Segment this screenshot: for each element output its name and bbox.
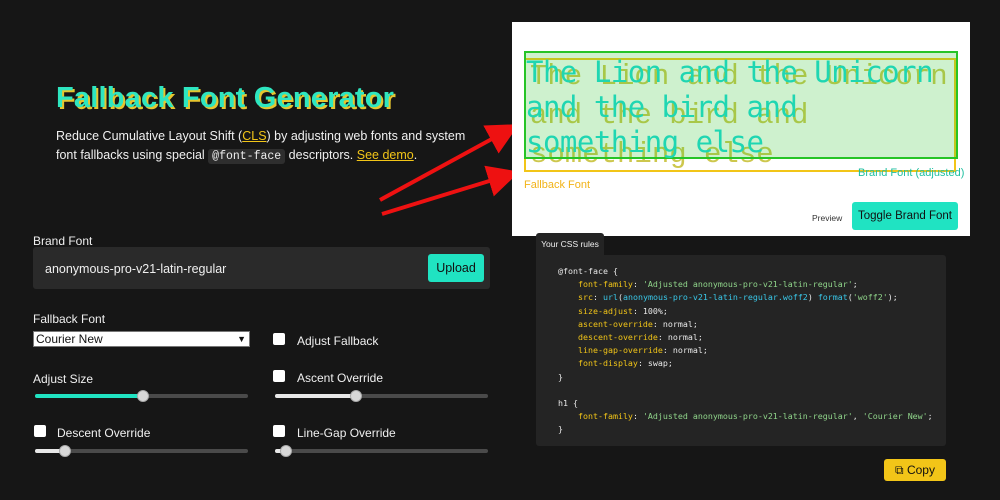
brand-font-value: anonymous-pro-v21-latin-regular bbox=[45, 262, 227, 276]
ascent-override-fill bbox=[275, 394, 355, 398]
adjust-size-thumb[interactable] bbox=[137, 390, 149, 402]
descent-override-label: Descent Override bbox=[57, 426, 151, 440]
chevron-down-icon: ▼ bbox=[237, 334, 246, 344]
descent-override-checkbox[interactable] bbox=[34, 425, 46, 437]
fallback-font-label: Fallback Font bbox=[33, 312, 106, 326]
line-gap-override-checkbox[interactable] bbox=[273, 425, 285, 437]
fallback-font-caption: Fallback Font bbox=[524, 179, 591, 191]
arrow-to-fallback bbox=[381, 165, 520, 216]
preview-label: Preview bbox=[812, 213, 843, 223]
adjust-fallback-checkbox[interactable] bbox=[273, 333, 285, 345]
brand-font-label: Brand Font bbox=[33, 234, 93, 248]
line-gap-override-label: Line-Gap Override bbox=[297, 426, 396, 440]
adjust-size-fill bbox=[35, 394, 143, 398]
css-code-block: @font-face { font-family: 'Adjusted anon… bbox=[558, 266, 933, 435]
line-gap-override-slider[interactable] bbox=[275, 449, 488, 453]
fallback-font-selected: Courier New bbox=[36, 332, 103, 346]
arrow-to-brand bbox=[379, 124, 520, 202]
fallback-font-select[interactable]: Courier New ▼ bbox=[33, 331, 250, 347]
copy-icon: ⧉ bbox=[895, 462, 907, 477]
line-gap-override-thumb[interactable] bbox=[280, 445, 292, 457]
descent-override-thumb[interactable] bbox=[59, 445, 71, 457]
css-rules-tab[interactable]: Your CSS rules bbox=[536, 233, 604, 255]
upload-button[interactable]: Upload bbox=[428, 254, 484, 282]
brand-font-caption: Brand Font (adjusted) bbox=[858, 167, 965, 179]
adjust-size-label: Adjust Size bbox=[33, 372, 94, 386]
brand-sample-text: The Lion and the Unicorn and the bird an… bbox=[526, 55, 934, 159]
ascent-override-thumb[interactable] bbox=[350, 390, 362, 402]
copy-button[interactable]: ⧉ Copy bbox=[884, 459, 946, 481]
ascent-override-label: Ascent Override bbox=[297, 371, 384, 385]
ascent-override-slider[interactable] bbox=[275, 394, 488, 398]
ascent-override-checkbox[interactable] bbox=[273, 370, 285, 382]
toggle-brand-font-button[interactable]: Toggle Brand Font bbox=[852, 202, 958, 230]
adjust-fallback-label: Adjust Fallback bbox=[297, 334, 379, 348]
